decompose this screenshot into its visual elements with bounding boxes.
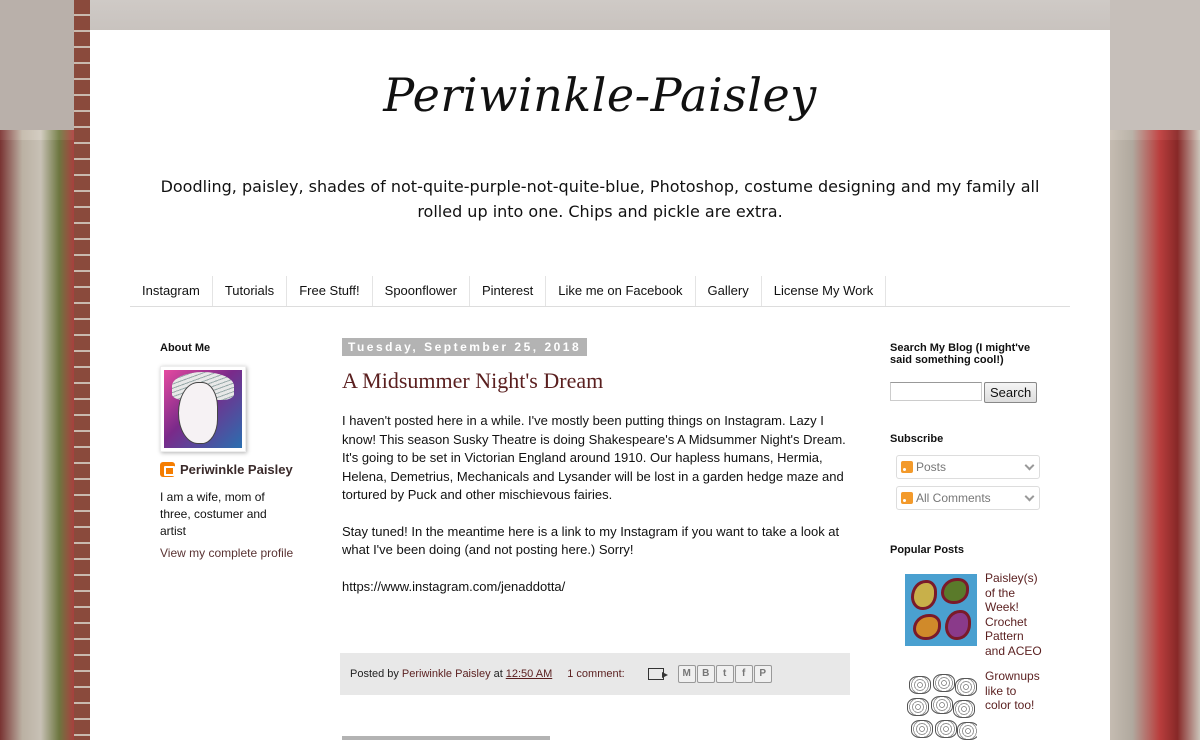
subscribe-comments-dropdown[interactable]: All Comments [896,486,1040,510]
post-title[interactable]: A Midsummer Night's Dream [342,368,850,394]
post-author-link[interactable]: Periwinkle Paisley [402,668,491,680]
posted-at-label: at [493,668,503,680]
subscribe-title: Subscribe [890,433,944,445]
view-profile-link[interactable]: View my complete profile [160,546,310,560]
background-wall-right [1110,0,1200,140]
tab-gallery[interactable]: Gallery [696,276,762,306]
profile-image[interactable] [160,366,246,452]
blogger-icon [160,462,175,477]
main-column: Tuesday, September 25, 2018 A Midsummer … [340,338,850,740]
facebook-share-icon[interactable]: f [734,665,753,683]
next-post-date-bar [342,736,550,740]
post-paragraph: I haven't posted here in a while. I've m… [342,413,846,502]
background-brick [74,0,90,740]
twitter-share-icon[interactable]: t [715,665,734,683]
post-body: I haven't posted here in a while. I've m… [342,412,850,596]
posted-by-label: Posted by [350,668,399,680]
blogthis-share-icon[interactable]: B [696,665,715,683]
tab-pinterest[interactable]: Pinterest [470,276,547,306]
feed-icon [901,461,913,473]
email-share-icon[interactable]: M [677,665,696,683]
subscribe-comments-label: All Comments [916,491,991,505]
popular-posts-title: Popular Posts [890,544,964,556]
chevron-down-icon [1024,460,1035,471]
blog-title[interactable]: Periwinkle-Paisley [90,68,1110,122]
post-date: Tuesday, September 25, 2018 [342,338,588,356]
search-button[interactable]: Search [984,382,1038,403]
post-footer: Posted by Periwinkle Paisley at 12:50 AM… [340,653,850,695]
tab-facebook[interactable]: Like me on Facebook [546,276,696,306]
feed-icon [901,492,913,504]
popular-post-thumbnail[interactable] [905,574,977,646]
subscribe-posts-label: Posts [916,460,947,474]
tab-tutorials[interactable]: Tutorials [213,276,288,306]
tab-free-stuff[interactable]: Free Stuff! [287,276,373,306]
post-paragraph: Stay tuned! In the meantime here is a li… [342,523,840,558]
search-widget-title: Search My Blog (I might've said somethin… [890,342,1031,366]
profile-name: Periwinkle Paisley [160,462,310,477]
blog-page: Periwinkle-Paisley Doodling, paisley, sh… [90,30,1110,740]
popular-post-thumbnail[interactable] [905,672,977,740]
popular-post-link[interactable]: Paisley(s) of the Week! Crochet Pattern … [985,571,1042,658]
comments-link[interactable]: 1 comment: [567,668,624,680]
email-post-icon[interactable] [647,668,668,680]
search-form: Search [890,382,1042,403]
blog-description: Doodling, paisley, shades of not-quite-p… [160,177,1040,221]
pages-tabs: Instagram Tutorials Free Stuff! Spoonflo… [130,276,1070,307]
chevron-down-icon [1024,491,1035,502]
popular-post-item: Grownups like to color too! [905,669,1042,740]
profile-name-link[interactable]: Periwinkle Paisley [180,462,293,477]
tab-instagram[interactable]: Instagram [130,276,213,306]
tab-spoonflower[interactable]: Spoonflower [373,276,470,306]
popular-post-link[interactable]: Grownups like to color too! [985,669,1042,740]
about-me-widget: About Me Periwinkle Paisley I am a wife,… [160,342,310,560]
tab-license[interactable]: License My Work [762,276,887,306]
post-time-link[interactable]: 12:50 AM [506,668,552,680]
subscribe-posts-dropdown[interactable]: Posts [896,455,1040,479]
search-input[interactable] [890,382,982,401]
post-instagram-url: https://www.instagram.com/jenaddotta/ [342,578,566,594]
about-me-title: About Me [160,342,211,354]
share-buttons: M B t f P [677,665,772,683]
profile-bio: I am a wife, mom of three, costumer and … [160,490,267,538]
pinterest-share-icon[interactable]: P [753,665,772,683]
background-wall-left [0,0,74,140]
popular-post-item: Paisley(s) of the Week! Crochet Pattern … [905,571,1042,658]
background-clothing-left [0,130,74,740]
right-sidebar: Search My Blog (I might've said somethin… [890,342,1042,740]
background-clothing-right [1110,130,1200,740]
